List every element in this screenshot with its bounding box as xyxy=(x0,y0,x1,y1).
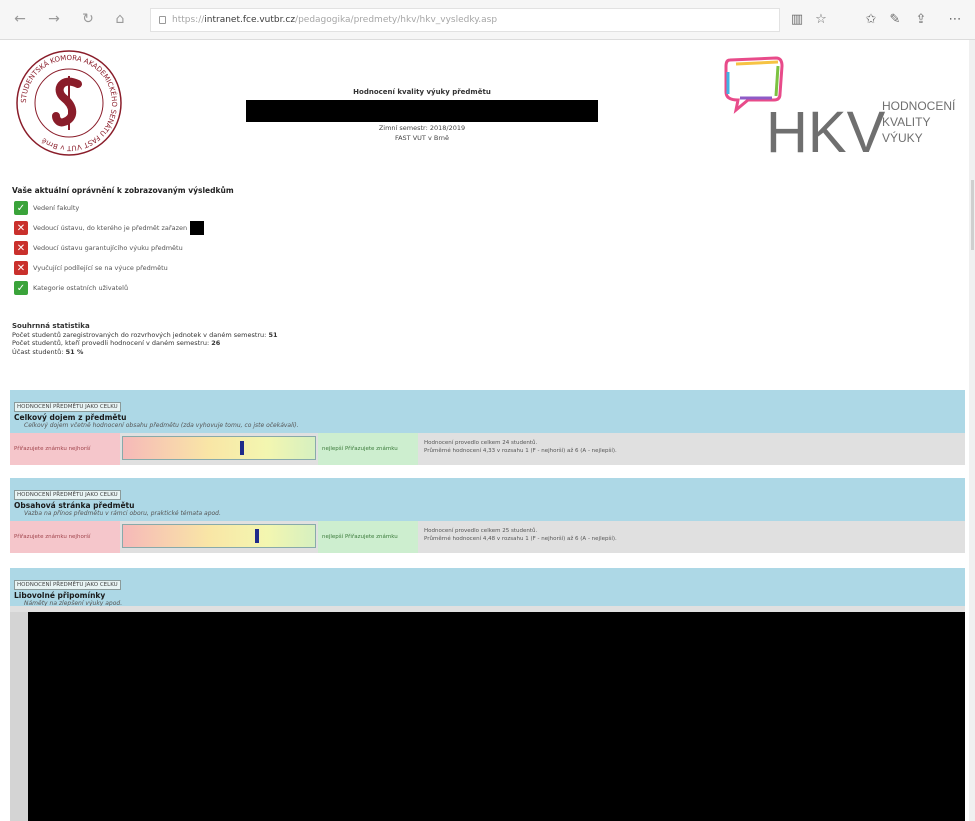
back-icon[interactable]: ← xyxy=(8,7,32,31)
rating-count: Hodnocení provedlo celkem 24 studentů. xyxy=(424,440,538,446)
page-title: Hodnocení kvality výuky předmětu xyxy=(353,88,491,96)
page-header: Hodnocení kvality výuky předmětu Zimní s… xyxy=(246,88,598,142)
hkv-logo-line1: HODNOCENÍ xyxy=(882,98,956,113)
rating-marker xyxy=(255,529,259,543)
hkv-logo-line2: KVALITY xyxy=(882,115,930,129)
favorite-star-icon[interactable]: ☆ xyxy=(810,7,832,31)
permission-item: ✕ Vyučující podílející se na výuce předm… xyxy=(14,260,168,276)
panel-title: Obsahová stránka předmětu xyxy=(14,501,135,510)
pen-icon[interactable]: ✎ xyxy=(884,7,906,31)
rating-panel-overall: HODNOCENÍ PŘEDMĚTU JAKO CELKU Celkový do… xyxy=(10,390,965,465)
cross-icon: ✕ xyxy=(14,241,28,255)
hkv-logo: HKV HODNOCENÍ KVALITY VÝUKY xyxy=(724,56,956,162)
stats-title: Souhrnná statistika xyxy=(12,322,90,330)
redacted-department xyxy=(190,221,205,235)
best-label: nejlepší Přiřazujete známku xyxy=(318,521,418,553)
rating-info: Hodnocení provedlo celkem 24 studentů. P… xyxy=(424,439,617,455)
redacted-comments xyxy=(28,612,965,821)
stats-participation-value: 51 % xyxy=(65,347,84,356)
stats-registered-label: Počet studentů zaregistrovaných do rozvr… xyxy=(12,330,267,339)
permission-label: Kategorie ostatních uživatelů xyxy=(33,284,129,292)
more-icon[interactable]: ⋯ xyxy=(944,7,966,31)
stats-participation-label: Účast studentů: xyxy=(12,347,64,356)
page-scrollbar[interactable] xyxy=(969,40,975,821)
best-label: nejlepší Přiřazujete známku xyxy=(318,433,418,465)
rating-marker xyxy=(240,441,244,455)
worst-label: Přiřazujete známku nejhorší xyxy=(10,521,120,553)
permission-label: Vedoucí ústavu garantujícího výuku předm… xyxy=(33,244,183,252)
scrollbar-thumb[interactable] xyxy=(971,180,974,250)
check-icon: ✓ xyxy=(14,201,28,215)
url-path: /pedagogika/predmety/hkv/hkv_vysledky.as… xyxy=(295,15,498,25)
rating-count: Hodnocení provedlo celkem 25 studentů. xyxy=(424,528,538,534)
rating-average: Průměrné hodnocení 4,48 v rozsahu 1 (F -… xyxy=(424,536,617,542)
permission-item: ✓ Kategorie ostatních uživatelů xyxy=(14,280,128,296)
worst-label: Přiřazujete známku nejhorší xyxy=(10,433,120,465)
home-icon[interactable]: ⌂ xyxy=(108,7,132,31)
reading-view-icon[interactable]: ▥ xyxy=(786,7,808,31)
share-icon[interactable]: ⇪ xyxy=(910,7,932,31)
lock-icon xyxy=(159,16,166,24)
rating-row: Přiřazujete známku nejhorší nejlepší Při… xyxy=(10,521,965,553)
permission-label: Vedení fakulty xyxy=(33,204,80,212)
panel-description: Vazba na přínos předmětu v rámci oboru, … xyxy=(24,510,221,517)
comments-left-strip xyxy=(10,612,28,821)
rating-gauge xyxy=(122,436,316,460)
permission-item: ✕ Vedoucí ústavu garantujícího výuku pře… xyxy=(14,240,183,256)
cross-icon: ✕ xyxy=(14,221,28,235)
comments-panel: HODNOCENÍ PŘEDMĚTU JAKO CELKU Libovolné … xyxy=(10,568,965,611)
browser-toolbar: ← → ↻ ⌂ https://intranet.fce.vutbr.cz/pe… xyxy=(0,0,975,40)
url-prefix: https:// xyxy=(172,15,205,25)
redacted-course-name xyxy=(246,100,598,122)
faculty-label: FAST VUT v Brně xyxy=(394,134,450,142)
panel-title: Libovolné připomínky xyxy=(14,591,106,600)
rating-average: Průměrné hodnocení 4,33 v rozsahu 1 (F -… xyxy=(424,448,617,454)
panel-header: HODNOCENÍ PŘEDMĚTU JAKO CELKU Libovolné … xyxy=(10,568,965,611)
stats-evaluated-value: 26 xyxy=(211,339,221,347)
summary-statistics: Souhrnná statistika Počet studentů zareg… xyxy=(12,322,277,356)
rating-panel-content: HODNOCENÍ PŘEDMĚTU JAKO CELKU Obsahová s… xyxy=(10,478,965,553)
hkv-logo-letters: HKV xyxy=(766,100,886,162)
hkv-logo-line3: VÝUKY xyxy=(882,130,923,145)
check-icon: ✓ xyxy=(14,281,28,295)
rating-info: Hodnocení provedlo celkem 25 studentů. P… xyxy=(424,527,617,543)
forward-icon[interactable]: → xyxy=(42,7,66,31)
rating-gauge xyxy=(122,524,316,548)
rating-row: Přiřazujete známku nejhorší nejlepší Při… xyxy=(10,433,965,465)
panel-category-tag: HODNOCENÍ PŘEDMĚTU JAKO CELKU xyxy=(14,490,121,500)
refresh-icon[interactable]: ↻ xyxy=(76,7,100,31)
student-chamber-seal-logo: STUDENTSKÁ KOMORA AKADEMICKÉHO SENÁTU FA… xyxy=(16,50,122,156)
address-bar[interactable]: https://intranet.fce.vutbr.cz/pedagogika… xyxy=(150,8,780,32)
permission-item: ✕ Vedoucí ústavu, do kterého je předmět … xyxy=(14,220,205,236)
url-host: intranet.fce.vutbr.cz xyxy=(204,15,296,25)
panel-category-tag: HODNOCENÍ PŘEDMĚTU JAKO CELKU xyxy=(14,580,121,590)
favorites-icon[interactable]: ✩ xyxy=(860,7,882,31)
panel-header: HODNOCENÍ PŘEDMĚTU JAKO CELKU Obsahová s… xyxy=(10,478,965,521)
permissions-title: Vaše aktuální oprávnění k zobrazovaným v… xyxy=(12,186,234,195)
semester-label: Zimní semestr: 2018/2019 xyxy=(378,124,466,132)
panel-header: HODNOCENÍ PŘEDMĚTU JAKO CELKU Celkový do… xyxy=(10,390,965,433)
panel-title: Celkový dojem z předmětu xyxy=(14,413,127,422)
permission-label: Vyučující podílející se na výuce předmět… xyxy=(33,264,168,272)
stats-evaluated-label: Počet studentů, kteří provedli hodnocení… xyxy=(12,339,210,347)
panel-category-tag: HODNOCENÍ PŘEDMĚTU JAKO CELKU xyxy=(14,402,121,412)
permission-item: ✓ Vedení fakulty xyxy=(14,200,79,216)
cross-icon: ✕ xyxy=(14,261,28,275)
stats-registered-value: 51 xyxy=(268,330,278,339)
panel-description: Celkový dojem včetně hodnocení obsahu př… xyxy=(24,422,299,429)
permission-label: Vedoucí ústavu, do kterého je předmět za… xyxy=(33,224,188,232)
